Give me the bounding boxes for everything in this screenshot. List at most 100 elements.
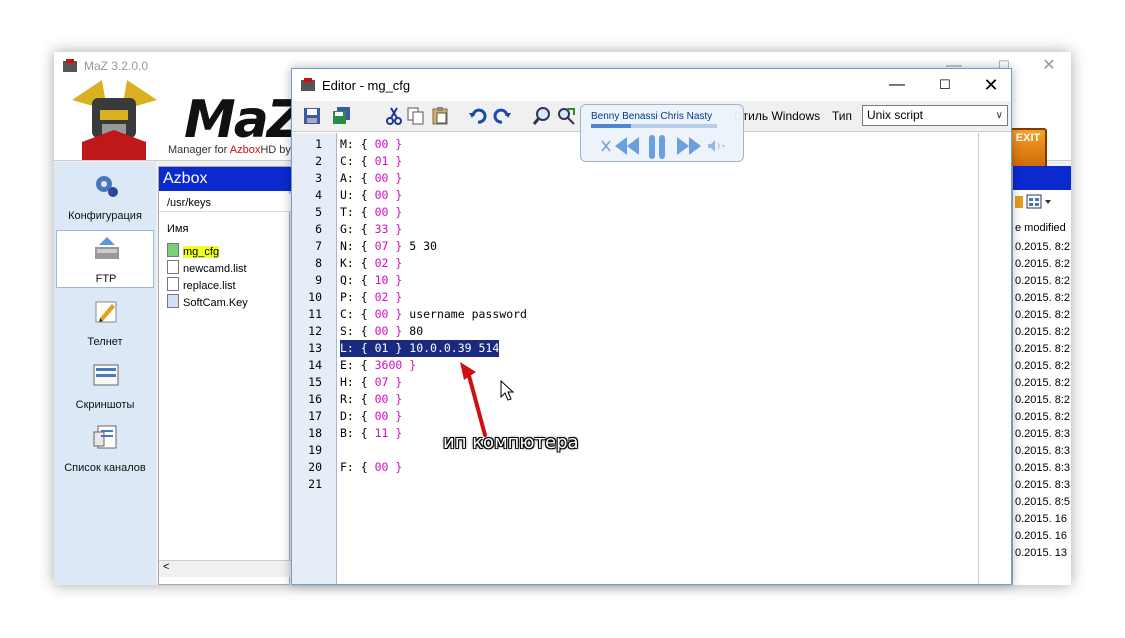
date-cell: 0.2015. 8:3	[1015, 479, 1071, 491]
line-number: 13	[308, 341, 322, 355]
date-cell: 0.2015. 8:2	[1015, 360, 1071, 372]
code-token: R: {	[340, 392, 375, 406]
windows-style-option[interactable]: Стиль Windows	[734, 109, 820, 123]
maz-subtitle: Manager for AzboxHD by	[168, 144, 291, 156]
screenshot-icon	[92, 361, 120, 389]
code-token: 01	[374, 154, 389, 168]
code-token: username password	[402, 307, 527, 321]
code-token: 00	[374, 392, 389, 406]
date-cell: 0.2015. 8:2	[1015, 292, 1071, 304]
code-line[interactable]: T: { 00 }	[340, 204, 402, 221]
maz-logo: MaZ	[184, 90, 305, 150]
editor-close-button[interactable]: ✕	[976, 73, 1006, 97]
code-token: S: {	[340, 324, 375, 338]
code-token: }	[388, 307, 403, 321]
date-cell: 0.2015. 8:2	[1015, 326, 1071, 338]
date-cell: 0.2015. 8:2	[1015, 343, 1071, 355]
code-token: 02	[374, 290, 389, 304]
code-line[interactable]: M: { 00 }	[340, 136, 402, 153]
code-line[interactable]: K: { 02 }	[340, 255, 402, 272]
previous-icon[interactable]	[613, 135, 641, 160]
code-token: }	[388, 290, 403, 304]
type-select[interactable]: Unix script ∨	[862, 105, 1008, 126]
code-line[interactable]: E: { 3600 }	[340, 357, 416, 374]
next-icon[interactable]	[675, 135, 703, 160]
code-token: }	[388, 426, 403, 440]
sidebar-item-channels[interactable]: Список каналов	[56, 420, 154, 478]
subtitle-hd: HD by	[260, 144, 291, 156]
code-line[interactable]: Q: { 10 }	[340, 272, 402, 289]
undo-icon[interactable]	[468, 106, 488, 126]
code-token: D: {	[340, 409, 375, 423]
code-line[interactable]: A: { 00 }	[340, 170, 402, 187]
code-token: F: {	[340, 460, 375, 474]
date-cell: 0.2015. 8:2	[1015, 258, 1071, 270]
sidebar: Конфигурация FTP Телнет Скриншоты Список…	[54, 162, 156, 585]
file-item-mg-cfg[interactable]: mg_cfg	[167, 243, 220, 259]
file-item-newcamd[interactable]: newcamd.list	[167, 260, 247, 276]
code-token: M: {	[340, 137, 375, 151]
replace-icon[interactable]	[556, 106, 576, 126]
volume-icon[interactable]	[707, 139, 727, 156]
code-token: }	[388, 256, 403, 270]
code-token: }	[388, 375, 403, 389]
path-input[interactable]: /usr/keys	[159, 194, 291, 212]
remote-file-panel: e modified 0.2015. 8:2 0.2015. 8:2 0.2015.…	[1012, 166, 1071, 585]
file-icon	[167, 260, 179, 274]
code-token: 02	[374, 256, 389, 270]
date-cell: 0.2015. 8:2	[1015, 411, 1071, 423]
type-label: Тип	[832, 109, 853, 123]
view-mode-button[interactable]	[1015, 193, 1070, 213]
code-line[interactable]: H: { 07 }	[340, 374, 402, 391]
date-cell: 0.2015. 16	[1015, 513, 1067, 525]
editor-maximize-button[interactable]: ☐	[930, 73, 960, 97]
editor-minimize-button[interactable]: —	[882, 73, 912, 97]
code-line[interactable]: F: { 00 }	[340, 459, 402, 476]
horizontal-scrollbar[interactable]: <	[159, 560, 291, 577]
code-token: 00	[374, 188, 389, 202]
scroll-left-arrow[interactable]: <	[163, 561, 169, 573]
copy-icon[interactable]	[406, 106, 426, 126]
find-icon[interactable]	[532, 106, 552, 126]
line-number: 19	[308, 443, 322, 457]
code-line[interactable]: S: { 00 } 80	[340, 323, 423, 340]
maz-close-button[interactable]: ✕	[1029, 54, 1069, 78]
code-token: }	[388, 392, 403, 406]
shuffle-icon[interactable]	[601, 139, 611, 156]
sidebar-item-config[interactable]: Конфигурация	[56, 168, 154, 226]
sidebar-item-screenshots[interactable]: Скриншоты	[56, 357, 154, 415]
code-token: T: {	[340, 205, 375, 219]
code-line[interactable]: C: { 00 } username password	[340, 306, 527, 323]
sidebar-item-label: Конфигурация	[68, 210, 142, 222]
paste-icon[interactable]	[430, 106, 450, 126]
sidebar-item-telnet[interactable]: Телнет	[56, 294, 154, 352]
date-cell: 0.2015. 16	[1015, 530, 1067, 542]
redo-icon[interactable]	[492, 106, 512, 126]
code-editor-area[interactable]: M: { 00 } C: { 01 } A: { 00 } U: { 00 } T: {…	[338, 133, 978, 584]
code-line[interactable]: N: { 07 } 5 30	[340, 238, 437, 255]
file-panel: Azbox /usr/keys Имя mg_cfg newcamd.list …	[158, 166, 291, 585]
code-token: 80	[402, 324, 424, 338]
line-number: 15	[308, 375, 322, 389]
sidebar-item-ftp[interactable]: FTP	[56, 230, 154, 288]
column-header-name[interactable]: Имя	[167, 223, 188, 235]
column-header-modified[interactable]: e modified	[1015, 222, 1066, 234]
save-icon[interactable]	[302, 106, 322, 126]
code-token: 00	[374, 460, 389, 474]
pause-icon[interactable]	[645, 135, 669, 162]
code-line[interactable]: P: { 02 }	[340, 289, 402, 306]
code-token: A: {	[340, 171, 375, 185]
code-line[interactable]: B: { 11 }	[340, 425, 402, 442]
code-line[interactable]: R: { 00 }	[340, 391, 402, 408]
vertical-scrollbar[interactable]	[980, 133, 1011, 584]
line-number: 20	[308, 460, 322, 474]
code-line[interactable]: G: { 33 }	[340, 221, 402, 238]
save-all-icon[interactable]	[332, 106, 352, 126]
code-line[interactable]: D: { 00 }	[340, 408, 402, 425]
file-item-softcam[interactable]: SoftCam.Key	[167, 294, 248, 310]
file-item-replace[interactable]: replace.list	[167, 277, 236, 293]
sidebar-item-label: Скриншоты	[75, 399, 135, 411]
code-line[interactable]: U: { 00 }	[340, 187, 402, 204]
cut-icon[interactable]	[384, 106, 404, 126]
code-line[interactable]: C: { 01 }	[340, 153, 402, 170]
